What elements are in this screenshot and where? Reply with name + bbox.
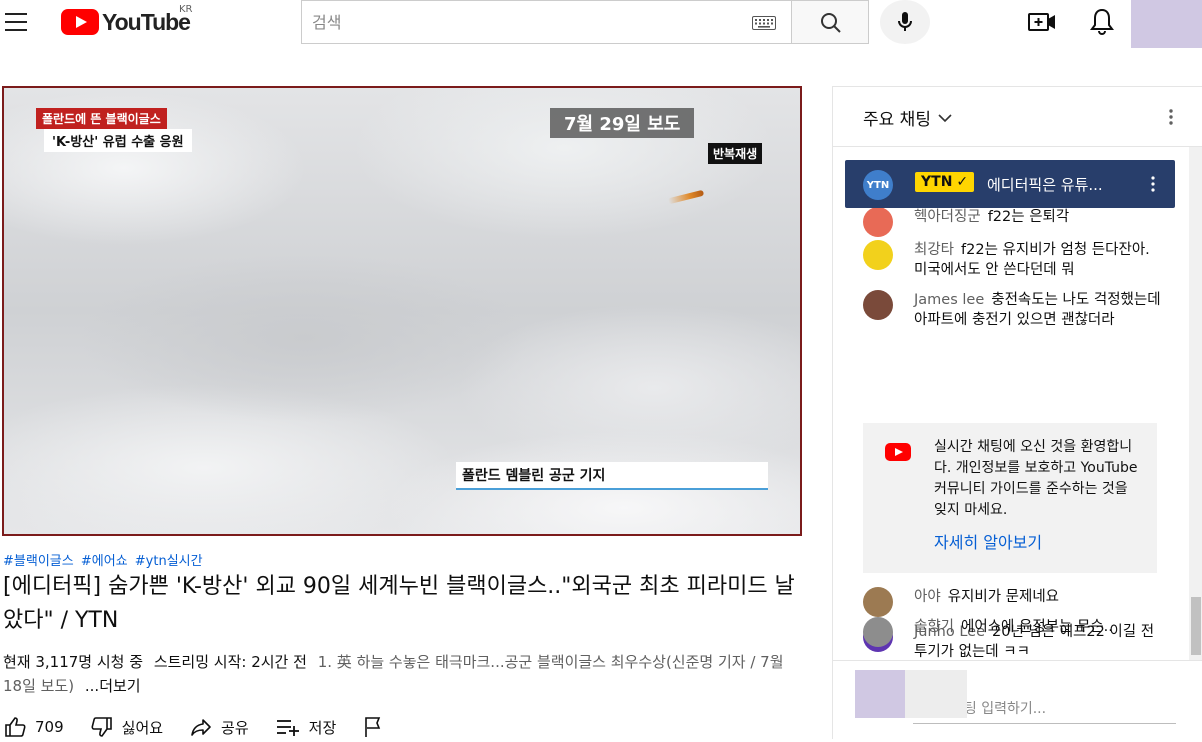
- live-chat-panel: 주요 채팅 YTN YTN ✓ 에디터픽은 유튜... 헥아더징군 f22는 은퇴각…: [832, 86, 1202, 739]
- more-vert-icon[interactable]: [1163, 107, 1179, 127]
- thumbs-down-icon: [91, 717, 112, 737]
- chat-scrollbar[interactable]: [1189, 147, 1202, 660]
- chat-scroll-thumb[interactable]: [1191, 597, 1201, 655]
- chat-mode-label: 주요 채팅: [863, 110, 931, 130]
- thumbs-up-icon: [5, 717, 26, 737]
- show-more-link[interactable]: ...더보기: [85, 677, 141, 695]
- report-button[interactable]: [362, 715, 392, 739]
- overlay-replay: 반복재생: [708, 143, 763, 164]
- chat-author[interactable]: 최강타: [914, 242, 954, 258]
- youtube-play-icon: [61, 9, 99, 35]
- chat-text: 유지비가 문제네요: [947, 589, 1060, 605]
- playlist-add-icon: [276, 720, 299, 736]
- overlay-date: 7월 29일 보도: [550, 108, 695, 138]
- chat-text: 에어쇼에 윤정부는 무슨..: [961, 619, 1113, 635]
- avatar: [855, 670, 905, 718]
- hashtags: #블랙이글스 #에어쇼 #ytn실시간: [3, 550, 206, 569]
- overlay-location: 폴란드 뎀블린 공군 기지: [456, 462, 768, 490]
- top-bar: YouTube KR: [0, 0, 1202, 48]
- learn-more-link[interactable]: 자세히 알아보기: [934, 529, 1042, 553]
- video-description[interactable]: 현재 3,117명 시청 중 스트리밍 시작: 2시간 전 1. 英 하늘 수놓…: [3, 650, 793, 698]
- logo-text: YouTube: [102, 8, 191, 35]
- video-title: [에디터픽] 숨가쁜 'K-방산' 외교 90일 세계누빈 블랙이글스.."외국…: [3, 574, 795, 633]
- chat-author[interactable]: James lee: [914, 292, 984, 308]
- welcome-text: 실시간 채팅에 오신 것을 환영합니다. 개인정보를 보호하고 YouTube …: [934, 439, 1138, 518]
- stream-start: 스트리밍 시작: 2시간 전: [153, 653, 307, 671]
- pinned-message[interactable]: YTN YTN ✓ 에디터픽은 유튜...: [845, 160, 1175, 208]
- like-count: 709: [35, 718, 64, 736]
- search-button[interactable]: [791, 0, 869, 44]
- verified-check-icon: ✓: [956, 174, 969, 190]
- account-avatar[interactable]: [1131, 0, 1202, 48]
- chat-author[interactable]: 헥아더징군: [914, 209, 981, 225]
- chevron-down-icon: [938, 113, 952, 122]
- dislike-label: 싫어요: [121, 718, 164, 737]
- chat-message-list[interactable]: 헥아더징군 f22는 은퇴각 최강타 f22는 유지비가 엄청 든다잔아. 미국에서…: [833, 147, 1189, 660]
- pinned-avatar: YTN: [863, 170, 893, 200]
- avatar[interactable]: [863, 240, 893, 270]
- more-vert-icon[interactable]: [1147, 174, 1159, 194]
- save-button[interactable]: 저장: [275, 715, 337, 739]
- avatar[interactable]: [863, 587, 893, 617]
- video-player[interactable]: 폴란드에 뜬 블랙이글스 'K-방산' 유럽 수출 응원 7월 29일 보도 반…: [2, 86, 802, 536]
- youtube-logo-icon: [885, 443, 911, 461]
- keyboard-icon[interactable]: [752, 16, 776, 30]
- save-label: 저장: [308, 718, 337, 737]
- flag-icon: [365, 717, 381, 737]
- search-input[interactable]: [302, 1, 742, 43]
- hashtag-link[interactable]: #ytn실시간: [135, 554, 203, 569]
- chat-text: f22는 은퇴각: [987, 209, 1070, 225]
- user-name-blurred: [905, 670, 967, 718]
- overlay-tag-white: 'K-방산' 유럽 수출 응원: [44, 129, 192, 152]
- chat-mode-dropdown[interactable]: 주요 채팅: [863, 105, 953, 130]
- chat-author[interactable]: 솔향기: [914, 619, 954, 635]
- chat-message[interactable]: 솔향기 에어쇼에 윤정부는 무슨..: [863, 617, 1163, 647]
- chat-message[interactable]: 최강타 f22는 유지비가 엄청 든다잔아. 미국에서도 안 쓴다던데 뭐: [863, 240, 1163, 280]
- chat-message[interactable]: 헥아더징군 f22는 은퇴각: [863, 207, 1163, 237]
- share-button[interactable]: 공유: [189, 715, 249, 739]
- video-actions: 709 싫어요 공유 저장: [3, 712, 418, 742]
- owner-name: YTN: [921, 174, 953, 190]
- menu-button[interactable]: [5, 11, 31, 33]
- chat-message[interactable]: 아야 유지비가 문제네요: [863, 587, 1163, 617]
- share-label: 공유: [221, 718, 249, 737]
- chat-message[interactable]: James lee 충전속도는 나도 걱정했는데 아파트에 충전기 있으면 괜찮더…: [863, 290, 1163, 330]
- chat-header: 주요 채팅: [833, 87, 1202, 147]
- chat-author[interactable]: 아야: [914, 589, 941, 605]
- voice-search-button[interactable]: [880, 0, 930, 44]
- search-box: [301, 0, 791, 44]
- pinned-text: 에디터픽은 유튜...: [987, 176, 1103, 194]
- avatar[interactable]: [863, 207, 893, 237]
- youtube-logo[interactable]: YouTube KR: [61, 4, 193, 36]
- create-video-icon[interactable]: [1026, 8, 1058, 36]
- dislike-button[interactable]: 싫어요: [90, 715, 163, 739]
- share-icon: [191, 719, 211, 736]
- avatar[interactable]: [863, 617, 893, 647]
- hashtag-link[interactable]: #에어쇼: [81, 554, 128, 569]
- region-code: KR: [179, 4, 193, 15]
- overlay-tag-red: 폴란드에 뜬 블랙이글스: [36, 108, 167, 129]
- microphone-icon: [898, 12, 912, 31]
- search-icon: [821, 13, 841, 33]
- chat-input-area: [833, 660, 1202, 740]
- chat-welcome-notice: 실시간 채팅에 오신 것을 환영합니다. 개인정보를 보호하고 YouTube …: [863, 423, 1157, 573]
- avatar[interactable]: [863, 290, 893, 320]
- owner-badge: YTN ✓: [915, 172, 975, 192]
- like-button[interactable]: 709: [3, 715, 64, 739]
- hashtag-link[interactable]: #블랙이글스: [3, 554, 74, 569]
- viewer-count: 현재 3,117명 시청 중: [3, 653, 144, 671]
- notifications-bell-icon[interactable]: [1088, 6, 1116, 36]
